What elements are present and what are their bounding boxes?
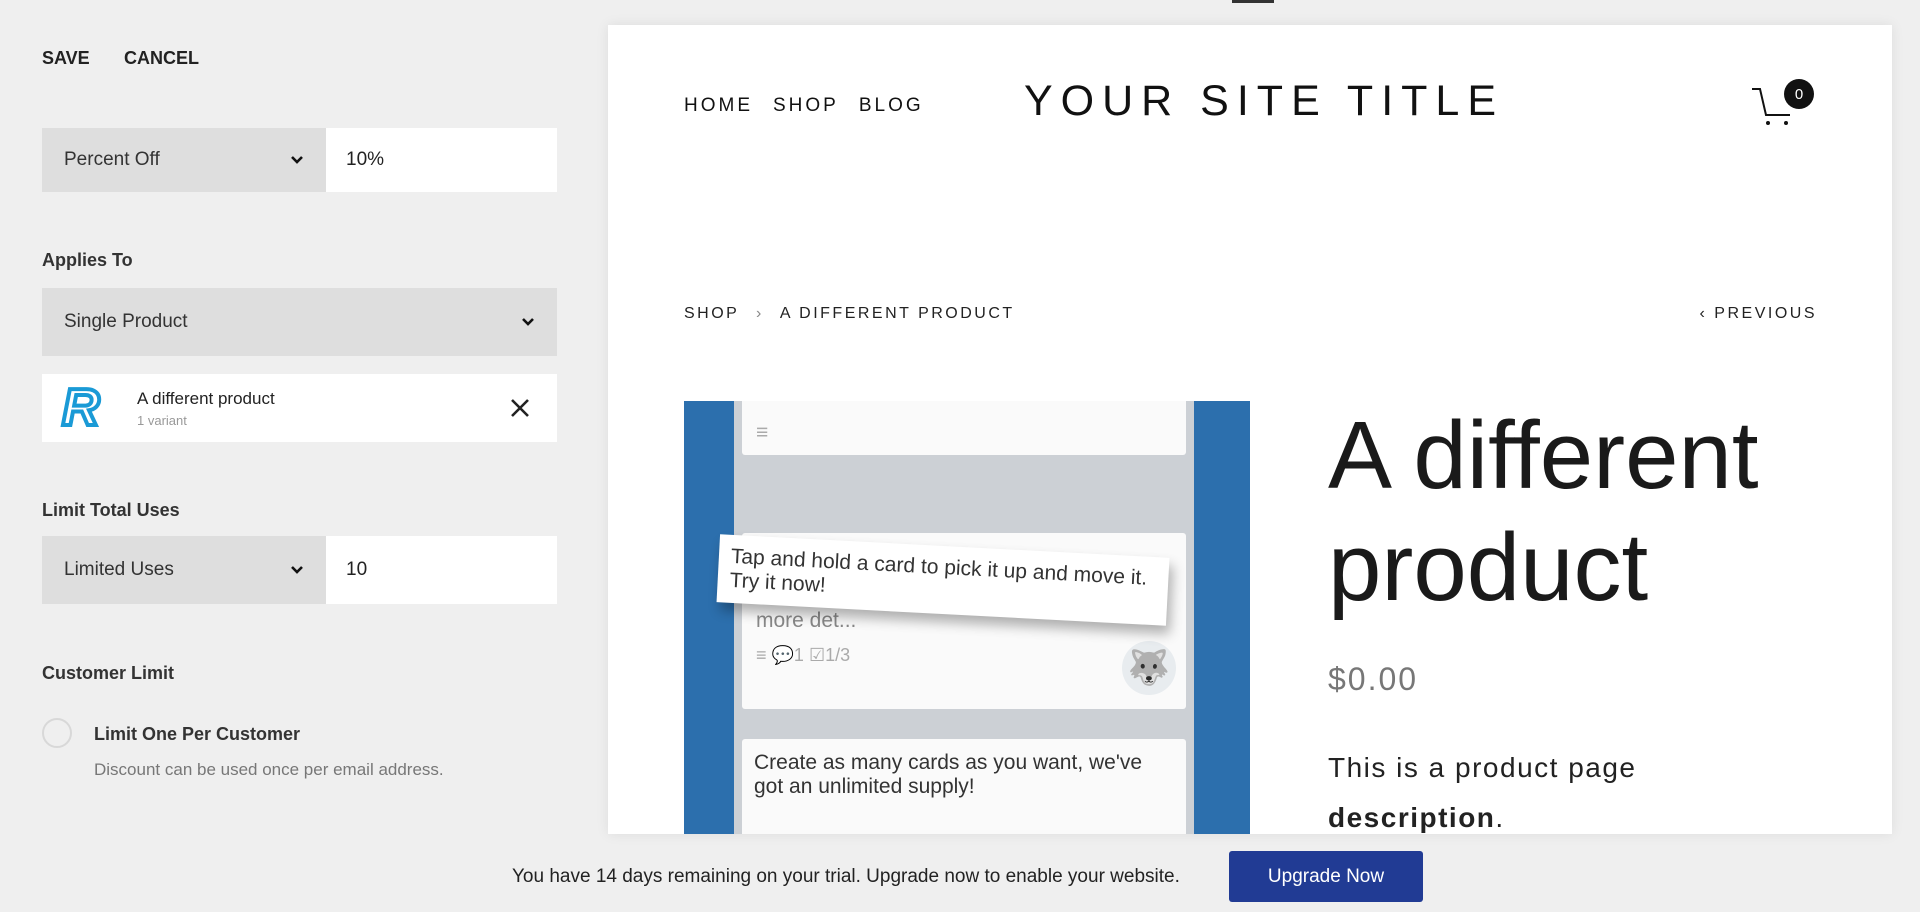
breadcrumb: SHOP › A DIFFERENT PRODUCT — [684, 305, 1015, 323]
limit-one-per-customer-description: Discount can be used once per email addr… — [94, 760, 444, 779]
product-price: $0.00 — [1328, 661, 1419, 697]
upgrade-now-button[interactable]: Upgrade Now — [1229, 851, 1423, 902]
product-image: ≡ more det... ≡ 💬1 ☑1/3 🐺 Create as many… — [684, 401, 1250, 834]
breadcrumb-current: A DIFFERENT PRODUCT — [779, 305, 1015, 322]
drag-handle[interactable] — [1232, 0, 1274, 3]
limit-total-uses-label: Limit Total Uses — [42, 500, 180, 520]
customer-limit-label: Customer Limit — [42, 663, 175, 683]
limit-one-per-customer-label: Limit One Per Customer — [94, 724, 301, 744]
limit-value-input[interactable]: 10 — [326, 536, 557, 604]
discount-type-select[interactable]: Percent Off — [42, 128, 326, 192]
chevron-down-icon — [290, 559, 304, 581]
limit-type-value: Limited Uses — [64, 559, 174, 580]
cancel-button[interactable]: CANCEL — [124, 48, 199, 69]
applies-to-select[interactable]: Single Product — [42, 288, 557, 356]
close-icon — [511, 399, 529, 417]
product-title: A different product — [1328, 402, 1759, 621]
chevron-down-icon — [290, 149, 304, 171]
previous-link[interactable]: ‹ PREVIOUS — [1700, 305, 1817, 323]
site-title[interactable]: YOUR SITE TITLE — [1024, 77, 1504, 126]
applies-to-label: Applies To — [42, 250, 133, 270]
image-card: ≡ — [742, 401, 1186, 455]
save-button[interactable]: SAVE — [42, 48, 90, 69]
discount-type-value: Percent Off — [64, 149, 160, 170]
selected-product-card: R A different product 1 variant — [42, 374, 557, 442]
card-badges: ≡ 💬1 ☑1/3 — [756, 645, 851, 665]
limit-one-per-customer-checkbox[interactable] — [42, 718, 72, 748]
nav-shop[interactable]: SHOP — [773, 95, 839, 116]
description-icon: ≡ — [756, 421, 769, 444]
avatar: 🐺 — [1122, 641, 1176, 695]
product-description: This is a product page description. — [1328, 752, 1637, 833]
breadcrumb-separator: › — [756, 305, 764, 322]
cart-button[interactable]: 0 — [1750, 79, 1814, 132]
trial-message: You have 14 days remaining on your trial… — [512, 866, 1180, 887]
discount-value-input[interactable]: 10% — [326, 128, 557, 192]
remove-product-button[interactable] — [510, 398, 530, 423]
nav-blog[interactable]: BLOG — [859, 95, 924, 116]
limit-type-select[interactable]: Limited Uses — [42, 536, 326, 604]
product-name: A different product — [137, 389, 275, 408]
product-variants: 1 variant — [137, 413, 187, 428]
image-card: Create as many cards as you want, we've … — [742, 739, 1186, 834]
nav-home[interactable]: HOME — [684, 95, 753, 116]
card-hidden-text: more det... — [756, 609, 857, 632]
site-preview: HOME SHOP BLOG YOUR SITE TITLE 0 SHOP › A … — [608, 25, 1892, 834]
applies-to-value: Single Product — [64, 311, 188, 332]
chevron-down-icon — [521, 311, 535, 333]
cart-count-badge: 0 — [1784, 79, 1814, 109]
breadcrumb-shop[interactable]: SHOP — [684, 305, 739, 322]
site-nav: HOME SHOP BLOG — [684, 95, 944, 117]
product-logo: R — [60, 379, 102, 437]
